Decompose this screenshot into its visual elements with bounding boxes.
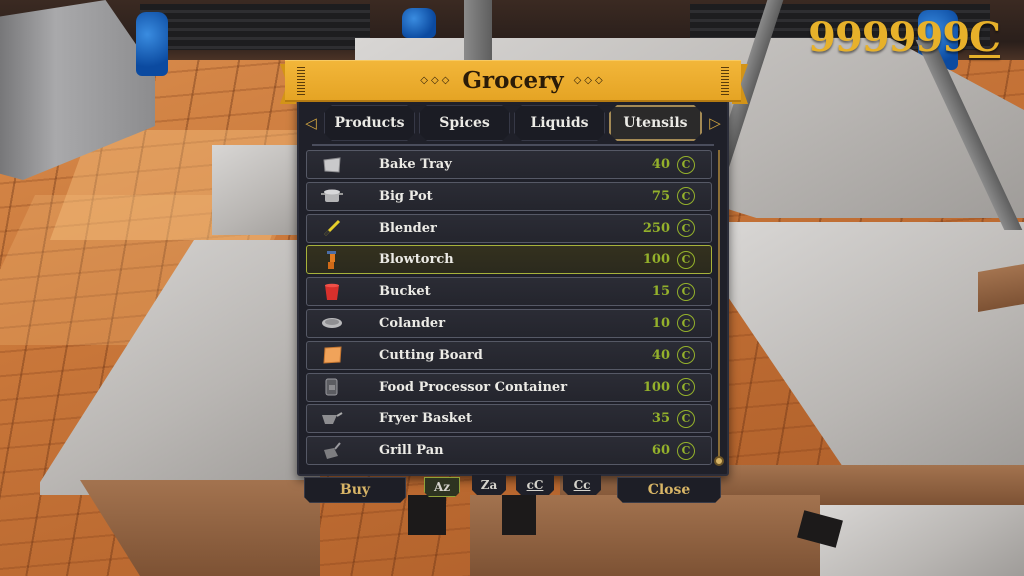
ornament-icon: ◇◇◇ <box>573 75 606 86</box>
item-price: 75 <box>651 188 670 204</box>
item-price: 60 <box>651 443 670 459</box>
category-tabs: ◁ Products Spices Liquids Utensils ▷ <box>300 104 726 142</box>
close-label: Close <box>647 482 691 498</box>
item-list: Bake Tray 40 C Big Pot 75 C Blender 250 … <box>306 150 712 468</box>
money-counter: 999999C <box>808 14 1001 61</box>
item-price: 250 <box>642 220 670 236</box>
coin-icon: C <box>677 441 695 460</box>
item-name: Blowtorch <box>379 252 454 268</box>
item-price: 100 <box>642 252 670 268</box>
item-name: Bucket <box>379 284 431 300</box>
triangle-right-icon[interactable]: ▷ <box>704 104 726 142</box>
coin-icon: C <box>677 314 695 333</box>
sort-label: Cc <box>573 478 591 492</box>
item-price: 35 <box>651 411 670 427</box>
shop-title-banner: ◇◇◇ Grocery ◇◇◇ <box>285 60 741 102</box>
coin-icon: C <box>677 250 695 269</box>
shelf-pole <box>464 0 492 60</box>
money-value: 999999 <box>808 14 970 61</box>
appliance-leg <box>502 495 536 535</box>
coin-icon: C <box>677 409 695 428</box>
item-price: 15 <box>651 284 670 300</box>
list-item[interactable]: Bake Tray 40 C <box>306 150 712 179</box>
scrollbar-track[interactable] <box>718 150 720 460</box>
list-item[interactable]: Fryer Basket 35 C <box>306 404 712 434</box>
coin-icon: C <box>677 187 695 206</box>
item-name: Big Pot <box>379 188 433 204</box>
bucket-icon <box>321 283 343 301</box>
list-item[interactable]: Food Processor Container 100 C <box>306 372 712 402</box>
sort-price-desc-button[interactable]: Cc <box>563 475 601 495</box>
gas-bottle <box>136 12 168 76</box>
tabs-divider <box>312 144 714 146</box>
colander-icon <box>321 314 343 332</box>
gas-bottle <box>402 8 436 38</box>
item-price: 10 <box>651 315 670 331</box>
coin-icon: C <box>969 14 1001 61</box>
close-button[interactable]: Close <box>617 477 721 503</box>
item-name: Cutting Board <box>379 347 483 363</box>
pot-icon <box>321 187 343 205</box>
triangle-left-icon[interactable]: ◁ <box>300 104 322 142</box>
buy-button[interactable]: Buy <box>304 477 406 503</box>
item-name: Fryer Basket <box>379 411 473 427</box>
tab-liquids[interactable]: Liquids <box>514 105 605 141</box>
coin-icon: C <box>677 346 695 365</box>
list-item[interactable]: Colander 10 C <box>306 308 712 338</box>
shop-title: Grocery <box>462 67 564 94</box>
item-price: 40 <box>651 347 670 363</box>
wooden-board <box>978 263 1024 313</box>
coin-icon: C <box>677 219 695 238</box>
radiator <box>140 4 370 50</box>
tab-label: Utensils <box>623 115 688 131</box>
blender-icon <box>321 219 343 237</box>
tab-label: Liquids <box>530 115 589 131</box>
appliance-leg <box>408 495 446 535</box>
tab-label: Products <box>334 115 405 131</box>
sort-label: Az <box>433 480 451 494</box>
item-name: Blender <box>379 220 437 236</box>
steel-shelf <box>820 505 1024 576</box>
scrollbar-handle[interactable] <box>714 456 724 466</box>
blowtorch-icon <box>321 250 343 269</box>
list-item[interactable]: Blender 250 C <box>306 213 712 243</box>
tab-utensils[interactable]: Utensils <box>609 105 702 141</box>
item-price: 40 <box>651 157 670 172</box>
list-item[interactable]: Cutting Board 40 C <box>306 340 712 370</box>
bake-tray-icon <box>321 156 343 174</box>
fryer-basket-icon <box>321 410 343 428</box>
list-item[interactable]: Big Pot 75 C <box>306 181 712 211</box>
tab-label: Spices <box>439 115 490 131</box>
sort-price-asc-button[interactable]: cC <box>516 475 554 495</box>
food-processor-icon <box>321 378 343 396</box>
cutting-board-icon <box>321 346 343 364</box>
item-name: Colander <box>379 315 446 331</box>
list-item[interactable]: Bucket 15 C <box>306 277 712 307</box>
coin-icon: C <box>677 282 695 301</box>
ornament-icon: ◇◇◇ <box>420 75 453 86</box>
sort-za-button[interactable]: Za <box>472 475 506 495</box>
coin-icon: C <box>677 155 695 174</box>
item-name: Food Processor Container <box>379 379 568 395</box>
coin-icon: C <box>677 378 695 397</box>
sort-label: cC <box>526 478 544 492</box>
item-name: Grill Pan <box>379 443 444 459</box>
list-item-selected[interactable]: Blowtorch 100 C <box>306 245 712 275</box>
list-item[interactable]: Grill Pan 60 C <box>306 436 712 466</box>
tab-spices[interactable]: Spices <box>419 105 510 141</box>
tab-products[interactable]: Products <box>324 105 415 141</box>
sort-az-button[interactable]: Az <box>424 477 460 497</box>
item-price: 100 <box>642 379 670 395</box>
grill-pan-icon <box>321 442 343 460</box>
sort-label: Za <box>480 478 498 492</box>
item-name: Bake Tray <box>379 157 452 172</box>
buy-label: Buy <box>339 482 371 498</box>
